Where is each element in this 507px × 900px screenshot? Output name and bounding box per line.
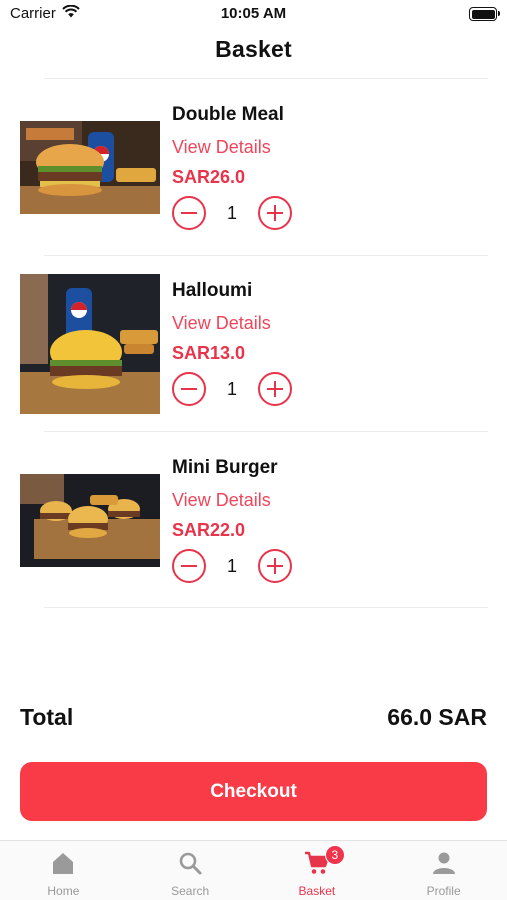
item-name: Double Meal <box>172 104 284 125</box>
quantity-value: 1 <box>226 378 237 399</box>
view-details-link[interactable]: View Details <box>172 488 292 512</box>
item-image <box>20 457 160 597</box>
increase-quantity-button[interactable] <box>258 196 292 230</box>
view-details-link[interactable]: View Details <box>172 135 292 159</box>
quantity-stepper: 1 <box>172 195 292 231</box>
divider <box>44 607 488 608</box>
tab-bar: Home Search 3 Basket Profile <box>0 840 507 900</box>
total-value: 66.0 SAR <box>387 704 487 730</box>
view-details-link[interactable]: View Details <box>172 311 292 335</box>
decrease-quantity-button[interactable] <box>172 549 206 583</box>
decrease-quantity-button[interactable] <box>172 372 206 406</box>
tab-label: Profile <box>426 884 461 898</box>
minus-icon <box>181 211 197 215</box>
tab-label: Home <box>47 884 80 898</box>
quantity-stepper: 1 <box>172 371 292 407</box>
checkout-button[interactable]: Checkout <box>20 762 487 821</box>
item-image <box>20 104 160 244</box>
item-name: Mini Burger <box>172 457 278 478</box>
status-time: 10:05 AM <box>220 5 287 22</box>
status-bar: Carrier 10:05 AM <box>0 0 507 28</box>
home-icon <box>49 849 77 877</box>
basket-screen: Carrier 10:05 AM Basket Double Meal View… <box>0 0 507 900</box>
tab-label: Search <box>171 884 210 898</box>
basket-item: Halloumi View Details SAR13.0 1 <box>0 274 507 420</box>
quantity-value: 1 <box>226 555 237 576</box>
item-price: SAR22.0 <box>172 520 246 540</box>
item-image <box>20 274 160 414</box>
battery-icon <box>469 7 500 21</box>
increase-quantity-button[interactable] <box>258 372 292 406</box>
page-title: Basket <box>215 36 292 62</box>
quantity-stepper: 1 <box>172 548 292 584</box>
increase-quantity-button[interactable] <box>258 549 292 583</box>
basket-item: Double Meal View Details SAR26.0 1 <box>0 104 507 244</box>
divider <box>44 255 488 256</box>
minus-icon <box>181 564 197 568</box>
item-price: SAR26.0 <box>172 167 246 187</box>
tab-profile[interactable]: Profile <box>380 841 507 900</box>
tab-search[interactable]: Search <box>127 841 254 900</box>
tab-home[interactable]: Home <box>0 841 127 900</box>
divider <box>44 431 488 432</box>
quantity-value: 1 <box>226 202 237 223</box>
search-icon <box>176 849 204 877</box>
tab-basket[interactable]: 3 Basket <box>254 841 381 900</box>
divider <box>44 78 488 79</box>
item-name: Halloumi <box>172 280 253 301</box>
basket-item: Mini Burger View Details SAR22.0 1 <box>0 457 507 597</box>
decrease-quantity-button[interactable] <box>172 196 206 230</box>
cart-count-badge: 3 <box>324 845 345 865</box>
total-label: Total <box>20 704 74 730</box>
item-price: SAR13.0 <box>172 343 246 363</box>
minus-icon <box>181 387 197 391</box>
person-icon <box>430 849 458 877</box>
tab-label: Basket <box>298 884 336 898</box>
